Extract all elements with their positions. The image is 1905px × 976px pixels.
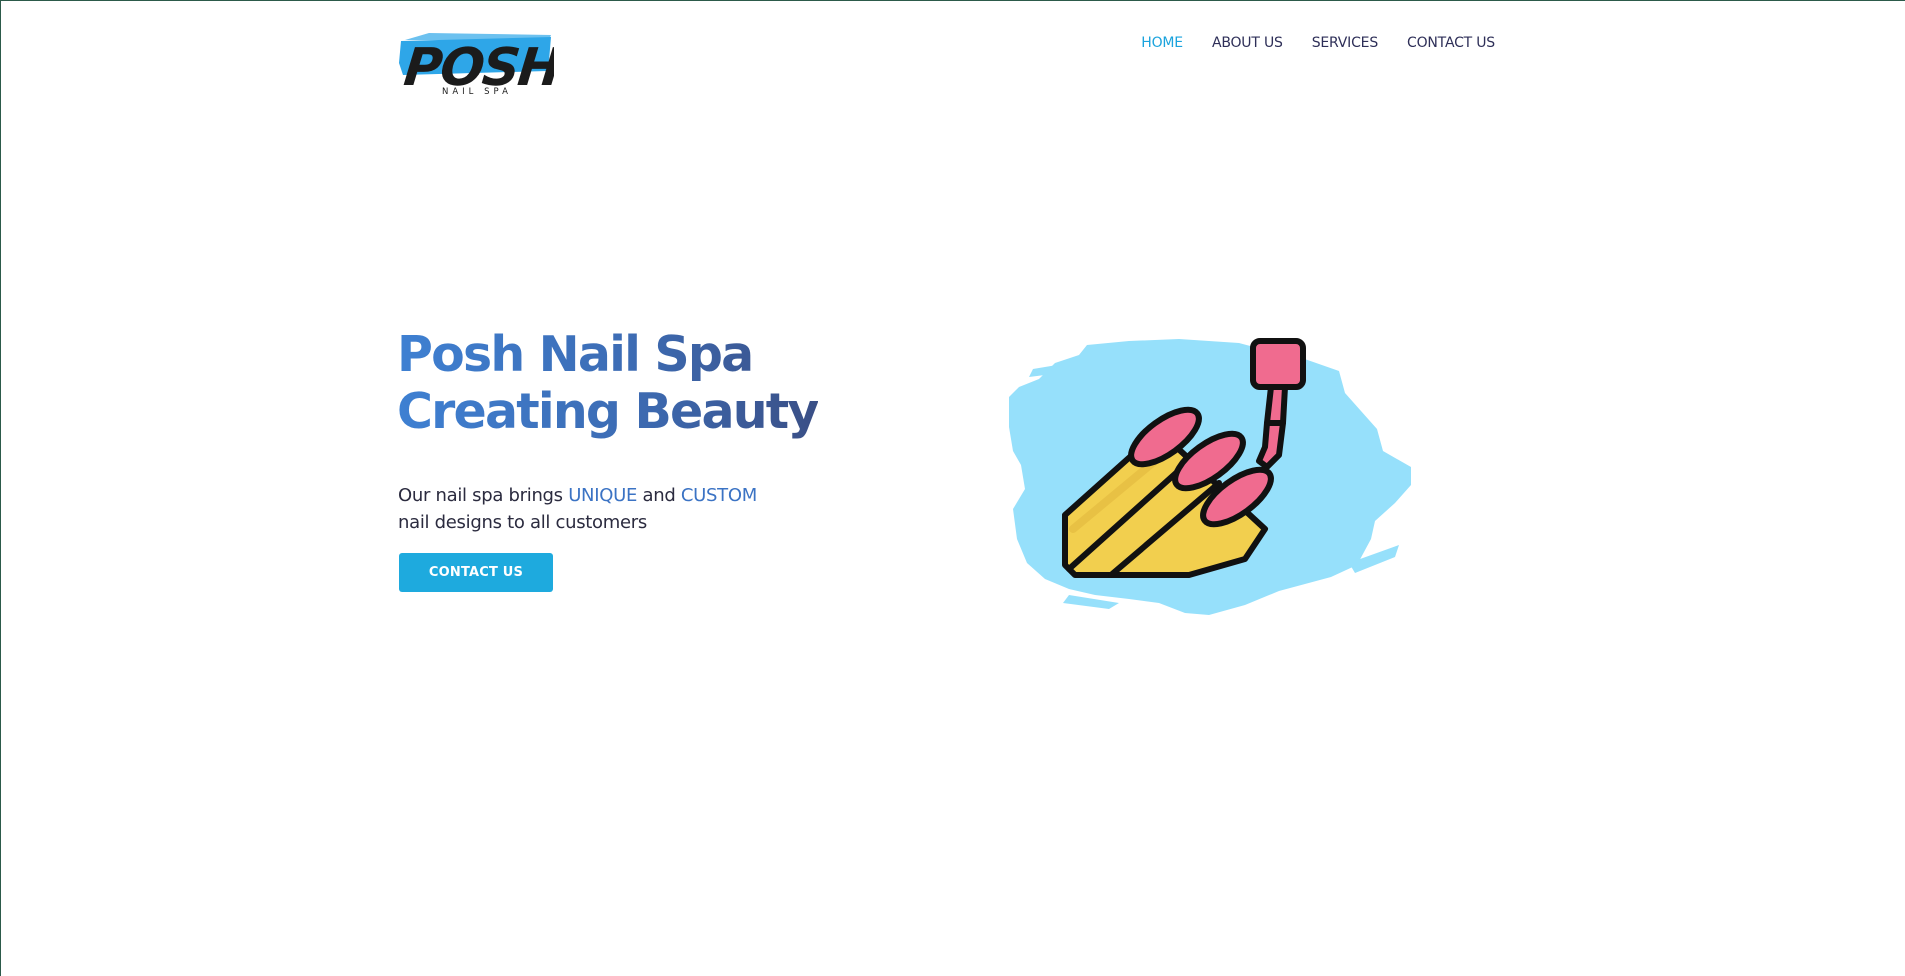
contact-us-button[interactable]: CONTACT US — [399, 553, 553, 592]
hero-desc-text-3: nail designs to all customers — [398, 512, 647, 533]
hero-title: Posh Nail Spa Creating Beauty — [397, 326, 818, 440]
main-nav: HOME ABOUT US SERVICES CONTACT US — [1112, 33, 1495, 53]
hero-title-line-2: Creating Beauty — [397, 383, 818, 440]
nail-polish-icon — [1009, 338, 1411, 615]
nav-contact-us[interactable]: CONTACT US — [1407, 33, 1495, 53]
site-header: POSH NAIL SPA HOME ABOUT US SERVICES CON… — [399, 23, 1495, 103]
logo-tagline: NAIL SPA — [442, 87, 512, 97]
hero-desc-highlight-custom: CUSTOM — [680, 485, 757, 506]
hero-title-line-1: Posh Nail Spa — [397, 326, 753, 383]
hero-desc-text-2: and — [637, 485, 681, 506]
nav-about-us[interactable]: ABOUT US — [1212, 33, 1283, 53]
hero-desc-text-1: Our nail spa brings — [398, 485, 569, 506]
hero-description: Our nail spa brings UNIQUE and CUSTOM nai… — [398, 482, 818, 536]
nail-polish-illustration — [1009, 333, 1417, 619]
logo-mark: POSH NAIL SPA — [399, 33, 554, 98]
nav-home[interactable]: HOME — [1141, 33, 1183, 53]
nav-services[interactable]: SERVICES — [1312, 33, 1379, 53]
hero-desc-highlight-unique: UNIQUE — [568, 485, 638, 506]
posh-logo[interactable]: POSH NAIL SPA — [399, 23, 554, 98]
